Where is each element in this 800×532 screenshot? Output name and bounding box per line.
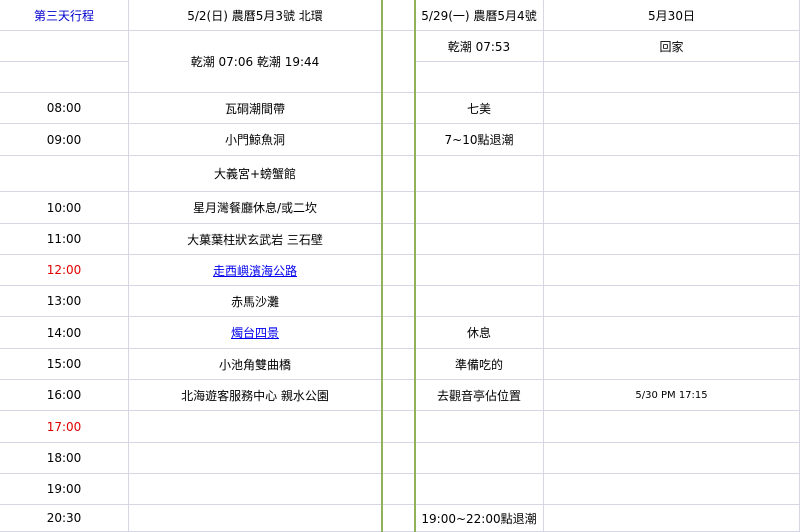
time-cell: 13:00	[0, 286, 129, 317]
activity-5-29-cell	[415, 156, 544, 192]
activity-5-2-cell: 瓦硐潮間帶	[129, 93, 382, 124]
activity-5-2-cell	[129, 443, 382, 474]
activity-5-29-cell	[415, 474, 544, 505]
activity-5-30-cell	[544, 255, 800, 286]
activity-5-2-cell	[129, 411, 382, 443]
activity-5-2-cell: 大菓葉柱狀玄武岩 三石壁	[129, 224, 382, 255]
activity-5-2-cell: 小門鯨魚洞	[129, 124, 382, 156]
activity-5-30-cell	[544, 317, 800, 349]
activity-5-29-cell: 準備吃的	[415, 349, 544, 380]
activity-5-30-cell	[544, 192, 800, 224]
spacer-cell	[382, 224, 415, 255]
activity-5-29-cell	[415, 443, 544, 474]
spacer-cell	[382, 156, 415, 192]
header-5-30-cell: 5月30日	[544, 0, 800, 31]
activity-5-29-cell: 去觀音亭佔位置	[415, 380, 544, 411]
activity-5-2-cell: 走西嶼濱海公路	[129, 255, 382, 286]
activity-5-29-cell	[415, 411, 544, 443]
activity-5-30-cell	[544, 93, 800, 124]
activity-5-29-cell: 七美	[415, 93, 544, 124]
time-cell: 20:30	[0, 505, 129, 532]
time-cell: 16:00	[0, 380, 129, 411]
header-5-2-cell: 5/2(日) 農曆5月3號 北環	[129, 0, 382, 31]
activity-5-2-cell	[129, 505, 382, 532]
spacer-cell	[382, 317, 415, 349]
activity-5-2-cell: 小池角雙曲橋	[129, 349, 382, 380]
activity-5-29-cell: 19:00~22:00點退潮	[415, 505, 544, 532]
activity-5-30-cell	[544, 286, 800, 317]
activity-5-30-cell	[544, 156, 800, 192]
spacer-cell	[382, 505, 415, 532]
spacer-cell	[382, 474, 415, 505]
spacer-cell	[382, 349, 415, 380]
spacer-cell	[382, 443, 415, 474]
activity-5-30-cell	[544, 124, 800, 156]
time-cell: 15:00	[0, 349, 129, 380]
route-link[interactable]: 燭台四景	[231, 324, 279, 341]
activity-5-30-cell	[544, 411, 800, 443]
activity-5-29-cell	[415, 192, 544, 224]
spacer-cell	[382, 124, 415, 156]
time-cell: 11:00	[0, 224, 129, 255]
green-border	[381, 0, 383, 532]
time-cell: 09:00	[0, 124, 129, 156]
tide-5-2-cell: 乾潮 07:06 乾潮 19:44	[129, 31, 382, 93]
spacer-cell	[382, 255, 415, 286]
spacer-cell	[382, 93, 415, 124]
route-link[interactable]: 走西嶼濱海公路	[213, 262, 297, 279]
activity-5-2-cell: 赤馬沙灘	[129, 286, 382, 317]
spacer-header-cell	[382, 0, 415, 31]
activity-5-2-cell	[129, 474, 382, 505]
header-5-29-cell: 5/29(一) 農曆5月4號	[415, 0, 544, 31]
activity-5-29-cell	[415, 255, 544, 286]
time-cell: 10:00	[0, 192, 129, 224]
time-cell: 18:00	[0, 443, 129, 474]
spacer-cell	[382, 31, 415, 93]
activity-5-2-cell: 星月灣餐廳休息/或二坎	[129, 192, 382, 224]
activity-5-30-cell	[544, 224, 800, 255]
activity-5-30-cell: 5/30 PM 17:15	[544, 380, 800, 411]
itinerary-sheet: 第三天行程 5/2(日) 農曆5月3號 北環 5/29(一) 農曆5月4號 5月…	[0, 0, 800, 532]
activity-5-30-cell	[544, 443, 800, 474]
time-cell: 19:00	[0, 474, 129, 505]
tide-5-29-cell: 乾潮 07:53	[415, 31, 544, 62]
time-cell: 12:00	[0, 255, 129, 286]
activity-5-2-cell: 燭台四景	[129, 317, 382, 349]
activity-5-2-cell: 北海遊客服務中心 親水公園	[129, 380, 382, 411]
green-border	[414, 0, 416, 532]
spacer-cell	[382, 286, 415, 317]
activity-5-29-cell	[415, 224, 544, 255]
day-title-cell: 第三天行程	[0, 0, 129, 31]
time-cell: 08:00	[0, 93, 129, 124]
activity-5-30-cell	[544, 474, 800, 505]
cell-5-30	[544, 62, 800, 93]
activity-5-30-cell	[544, 349, 800, 380]
activity-5-2-cell: 大義宮+螃蟹館	[129, 156, 382, 192]
time-cell: 14:00	[0, 317, 129, 349]
spacer-cell	[382, 411, 415, 443]
spacer-cell	[382, 380, 415, 411]
time-cell: 17:00	[0, 411, 129, 443]
activity-5-30-cell	[544, 505, 800, 532]
activity-5-29-cell: 休息	[415, 317, 544, 349]
activity-5-29-cell: 7~10點退潮	[415, 124, 544, 156]
spacer-cell	[382, 192, 415, 224]
time-cell	[0, 62, 129, 93]
activity-5-29-cell	[415, 286, 544, 317]
time-cell	[0, 31, 129, 62]
time-cell	[0, 156, 129, 192]
cell-5-29	[415, 62, 544, 93]
tide-5-30-cell: 回家	[544, 31, 800, 62]
